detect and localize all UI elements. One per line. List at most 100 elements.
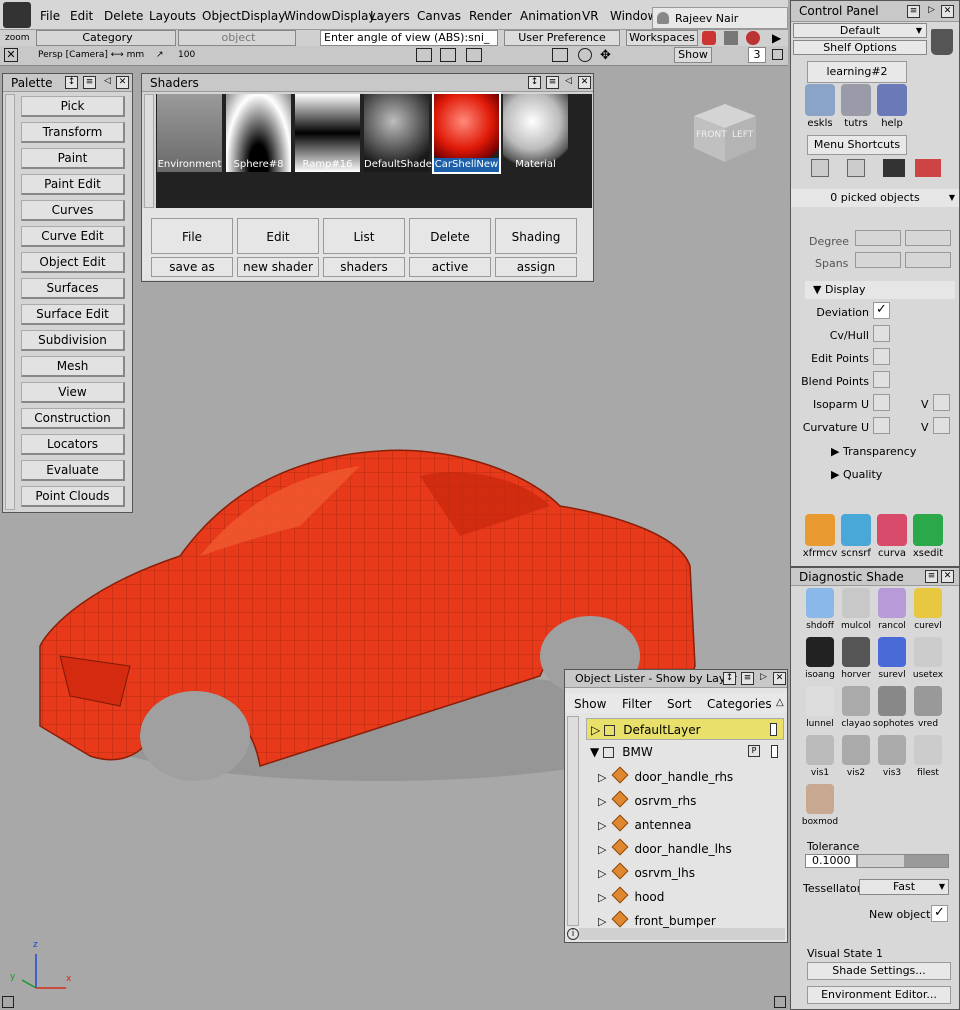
shader-new-shader-button[interactable]: new shader: [237, 257, 319, 277]
lister-info-icon[interactable]: i: [567, 928, 579, 940]
shader-thumb-material[interactable]: Material: [503, 94, 568, 172]
layer-row-bmw[interactable]: ▼ BMW P: [586, 741, 784, 763]
shader-delete-button[interactable]: Delete: [409, 218, 491, 254]
menu-delete[interactable]: Delete: [104, 9, 143, 23]
lister-tab-show[interactable]: Show: [574, 697, 606, 711]
zoom-tool-icon[interactable]: [3, 2, 31, 28]
cp-preset-dropdown[interactable]: Default ▼: [793, 23, 927, 38]
spans-field-2[interactable]: [905, 252, 951, 268]
shader-thumb-sphere-8[interactable]: Sphere#8: [226, 94, 291, 172]
shader-list-button[interactable]: List: [323, 218, 405, 254]
shade-settings-button[interactable]: Shade Settings...: [807, 962, 951, 980]
diag-tool-surevl[interactable]: surevl: [873, 637, 911, 680]
diag-tool-curevl[interactable]: curevl: [909, 588, 947, 631]
shortcut-icon-4[interactable]: [915, 159, 941, 177]
palette-item-view[interactable]: View: [21, 382, 125, 403]
palette-item-mesh[interactable]: Mesh: [21, 356, 125, 377]
object-row-front-bumper[interactable]: ▷ front_bumper: [598, 910, 716, 932]
lister-resize-icon[interactable]: ↕: [723, 672, 736, 685]
shelf-tool-tutrs[interactable]: tutrs: [837, 84, 875, 129]
shortcut-icon-1[interactable]: [811, 159, 829, 177]
palette-item-curve-edit[interactable]: Curve Edit: [21, 226, 125, 247]
object-row-door-handle-rhs[interactable]: ▷ door_handle_rhs: [598, 766, 733, 788]
palette-item-transform[interactable]: Transform: [21, 122, 125, 143]
palette-drag-handle[interactable]: [5, 94, 15, 510]
shader-assign-button[interactable]: assign: [495, 257, 577, 277]
menu-edit[interactable]: Edit: [70, 9, 93, 23]
tolerance-input[interactable]: 0.1000: [805, 854, 857, 868]
palette-menu-icon[interactable]: ≡: [83, 76, 96, 89]
shaders-drag-handle[interactable]: [144, 94, 154, 208]
shader-edit-button[interactable]: Edit: [237, 218, 319, 254]
diag-tool-horver[interactable]: horver: [837, 637, 875, 680]
option-checkbox-cv-hull[interactable]: [873, 325, 890, 342]
menu-render[interactable]: Render: [469, 9, 512, 23]
window-icon[interactable]: [552, 48, 568, 62]
palette-item-locators[interactable]: Locators: [21, 434, 125, 455]
spans-field-1[interactable]: [855, 252, 901, 268]
diag-menu-icon[interactable]: ≡: [925, 570, 938, 583]
option-checkbox-deviation[interactable]: ✓: [873, 302, 890, 319]
visibility-checkbox[interactable]: [604, 725, 616, 736]
resize-corner-icon[interactable]: [774, 996, 786, 1008]
view-cube[interactable]: FRONT LEFT: [692, 100, 758, 164]
snap-curve-icon[interactable]: [746, 31, 760, 45]
palette-item-pick[interactable]: Pick: [21, 96, 125, 117]
pan-icon[interactable]: ✥: [600, 48, 611, 63]
lister-tab-sort[interactable]: Sort: [667, 697, 692, 711]
image-plane-icon[interactable]: [440, 48, 456, 62]
tool-xsedit[interactable]: xsedit: [909, 514, 947, 559]
focal-value[interactable]: 100: [178, 50, 195, 60]
shelf-options-button[interactable]: Shelf Options: [793, 40, 927, 55]
diag-close-icon[interactable]: ✕: [941, 570, 954, 583]
object-row-hood[interactable]: ▷ hood: [598, 886, 664, 908]
diag-tool-usetex[interactable]: usetex: [909, 637, 947, 680]
option-checkbox-curvature-u[interactable]: [873, 417, 890, 434]
shelf-tab[interactable]: learning#2: [807, 61, 907, 83]
menu-file[interactable]: File: [40, 9, 60, 23]
object-row-door-handle-lhs[interactable]: ▷ door_handle_lhs: [598, 838, 732, 860]
snap-grid-icon[interactable]: [724, 31, 738, 45]
option-checkbox-v[interactable]: [933, 417, 950, 434]
lister-menu-icon[interactable]: ≡: [741, 672, 754, 685]
palette-item-subdivision[interactable]: Subdivision: [21, 330, 125, 351]
resize-corner-icon[interactable]: [2, 996, 14, 1008]
magnet-icon[interactable]: [702, 31, 716, 45]
shelf-tool-help[interactable]: help: [873, 84, 911, 129]
diag-tool-vred[interactable]: vred: [909, 686, 947, 729]
shader-thumb-environment[interactable]: Environment: [157, 94, 222, 172]
maximize-icon[interactable]: [772, 49, 783, 60]
chevron-up-icon[interactable]: △: [776, 697, 784, 708]
option-checkbox-blend-points[interactable]: [873, 371, 890, 388]
palette-item-paint-edit[interactable]: Paint Edit: [21, 174, 125, 195]
diag-tool-vis3[interactable]: vis3: [873, 735, 911, 778]
menu-objectdisplay[interactable]: ObjectDisplay: [202, 9, 285, 23]
palette-item-surface-edit[interactable]: Surface Edit: [21, 304, 125, 325]
lister-tab-categories[interactable]: Categories: [707, 697, 772, 711]
object-row-antennea[interactable]: ▷ antennea: [598, 814, 691, 836]
object-row-osrvm-rhs[interactable]: ▷ osrvm_rhs: [598, 790, 696, 812]
tessellator-dropdown[interactable]: Fast ▼: [859, 879, 949, 895]
shaders-menu-icon[interactable]: ≡: [546, 76, 559, 89]
pick-icon[interactable]: P: [748, 745, 760, 757]
menu-animation[interactable]: Animation: [520, 9, 581, 23]
palette-item-paint[interactable]: Paint: [21, 148, 125, 169]
menu-canvas[interactable]: Canvas: [417, 9, 461, 23]
environment-editor-button[interactable]: Environment Editor...: [807, 986, 951, 1004]
shortcut-icon-3[interactable]: [883, 159, 905, 177]
diag-tool-sophotes[interactable]: sophotes: [873, 686, 914, 729]
shaders-collapse-icon[interactable]: ◁: [562, 76, 575, 89]
tool-xfrmcv[interactable]: xfrmcv: [801, 514, 839, 559]
object-field[interactable]: object: [178, 30, 296, 46]
diag-tool-boxmod[interactable]: boxmod: [801, 784, 839, 827]
palette-item-object-edit[interactable]: Object Edit: [21, 252, 125, 273]
layer-row-defaultlayer[interactable]: ▷ DefaultLayer: [586, 718, 784, 740]
tool-curva[interactable]: curva: [873, 514, 911, 559]
diag-tool-rancol[interactable]: rancol: [873, 588, 911, 631]
shader-file-button[interactable]: File: [151, 218, 233, 254]
picked-objects-dropdown[interactable]: 0 picked objects ▼: [791, 189, 959, 207]
show-button[interactable]: Show: [674, 47, 712, 63]
user-box[interactable]: Rajeev Nair: [652, 7, 788, 29]
degree-field-1[interactable]: [855, 230, 901, 246]
palette-close-icon[interactable]: ✕: [116, 76, 129, 89]
